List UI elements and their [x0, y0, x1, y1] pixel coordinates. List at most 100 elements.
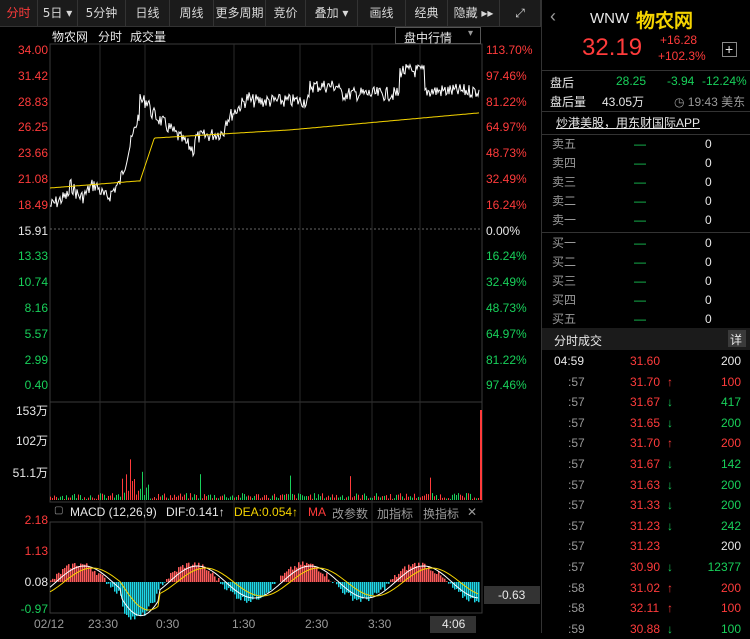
volume-bar [114, 498, 115, 500]
macd-bar [392, 579, 394, 582]
macd-bar [420, 567, 422, 582]
macd-bar [352, 582, 354, 601]
swap-indicator-button[interactable]: 换指标 [423, 505, 459, 522]
volume-bar [332, 494, 333, 500]
macd-axis-label: 0.08 [25, 575, 48, 589]
chart-tab-volume[interactable]: 成交量 [130, 28, 166, 45]
add-indicator-button[interactable]: 加指标 [377, 505, 413, 522]
toolbar-tab-2[interactable]: 5分钟 [78, 0, 126, 26]
toolbar-tab-8[interactable]: 画线 [358, 0, 406, 26]
volume-bar [182, 497, 183, 500]
chart-stock-name: 物农网 [52, 28, 88, 45]
period-toolbar: 分时5日 ▾5分钟日线周线更多周期竞价叠加 ▾画线经典隐藏 ▸▸⤢ [0, 0, 541, 27]
order-book-row: 卖五 — 0 [542, 135, 750, 154]
trade-price: 31.70 [630, 434, 660, 453]
trade-price: 31.65 [630, 414, 660, 433]
promo-banner-link[interactable]: 炒港美股，用东财国际APP [556, 114, 700, 131]
chart-tab-timeshare[interactable]: 分时 [98, 28, 122, 45]
order-book-level: 卖一 [552, 211, 576, 230]
toolbar-tab-6[interactable]: 竞价 [266, 0, 306, 26]
volume-bar [232, 495, 233, 500]
volume-bar [178, 496, 179, 500]
add-watchlist-button[interactable]: + [722, 42, 737, 57]
trade-row: :58 31.02 ↑ 200 [542, 579, 750, 598]
macd-bar [252, 582, 254, 599]
volume-bar [130, 459, 131, 500]
volume-bar [374, 496, 375, 500]
macd-bar [332, 582, 334, 583]
price-axis-label: 8.16 [25, 301, 48, 315]
toolbar-tab-1[interactable]: 5日 ▾ [38, 0, 78, 26]
toolbar-tab-4[interactable]: 周线 [170, 0, 214, 26]
volume-bar [380, 498, 381, 500]
macd-header: ▢ MACD (12,26,9) DIF:0.141↑ DEA:0.054↑ M… [50, 505, 481, 521]
trade-price: 31.67 [630, 393, 660, 412]
volume-bar [68, 498, 69, 500]
macd-bar [156, 582, 158, 594]
volume-bar [144, 495, 145, 500]
trade-time: :59 [568, 620, 585, 639]
macd-title[interactable]: MACD (12,26,9) [70, 505, 157, 519]
macd-bar [206, 570, 208, 582]
market-mode-dropdown[interactable]: 盘中行情 ▾ [395, 27, 481, 44]
volume-bar [266, 495, 267, 500]
volume-bar [204, 494, 205, 500]
macd-bar [380, 582, 382, 590]
volume-bar [76, 498, 77, 500]
toolbar-tab-0[interactable]: 分时 [0, 0, 38, 26]
macd-params-button[interactable]: 改参数 [332, 505, 368, 522]
macd-bar [444, 579, 446, 582]
volume-bar [140, 489, 141, 500]
trade-price: 31.33 [630, 496, 660, 515]
macd-bar [458, 582, 460, 592]
macd-bar [264, 582, 266, 595]
volume-bar [392, 499, 393, 500]
volume-bar [458, 493, 459, 500]
volume-bar [454, 494, 455, 500]
price-line [50, 64, 479, 207]
volume-bar [228, 498, 229, 500]
volume-bar [98, 495, 99, 500]
quote-percent: +102.3% [658, 49, 706, 63]
percent-axis-label: 81.22% [486, 353, 527, 367]
volume-bar [202, 498, 203, 500]
macd-bar [216, 581, 218, 582]
volume-bar [156, 499, 157, 500]
chart-canvas[interactable] [0, 26, 541, 633]
order-book-level: 买四 [552, 291, 576, 310]
trades-detail-button[interactable]: 详 [728, 330, 746, 347]
macd-bar [320, 573, 322, 582]
macd-bar [158, 582, 160, 590]
toolbar-tab-3[interactable]: 日线 [126, 0, 170, 26]
volume-bar [72, 495, 73, 500]
trade-price: 30.90 [630, 558, 660, 577]
after-hours-change: -3.94 [667, 74, 694, 88]
volume-bar [426, 494, 427, 500]
macd-bar [84, 565, 86, 582]
toolbar-tab-7[interactable]: 叠加 ▾ [306, 0, 358, 26]
toolbar-tab-10[interactable]: 隐藏 ▸▸ [448, 0, 500, 26]
close-icon[interactable]: ✕ [467, 505, 477, 519]
volume-bar [366, 496, 367, 500]
macd-bar [166, 579, 168, 582]
after-hours-time: ◷ 19:43 美东 [674, 93, 745, 110]
macd-bar [144, 582, 146, 616]
macd-menu-icon[interactable]: ▢ [54, 505, 63, 516]
macd-bar [306, 563, 308, 582]
volume-bar [220, 496, 221, 500]
time-cursor-label: 4:06 [442, 617, 465, 631]
volume-bar [414, 494, 415, 500]
toolbar-tab-9[interactable]: 经典 [406, 0, 448, 26]
macd-bar [438, 571, 440, 582]
volume-bar [172, 498, 173, 500]
volume-bar [298, 493, 299, 500]
toolbar-tab-5[interactable]: 更多周期 [214, 0, 266, 26]
macd-bar [436, 574, 438, 582]
volume-bar [412, 498, 413, 500]
toolbar-tab-11[interactable]: ⤢ [500, 0, 541, 26]
volume-bar [192, 497, 193, 500]
volume-bar [468, 493, 469, 500]
order-book-volume: 0 [705, 211, 712, 230]
macd-bar [446, 581, 448, 582]
back-icon[interactable]: ‹ [550, 6, 556, 27]
